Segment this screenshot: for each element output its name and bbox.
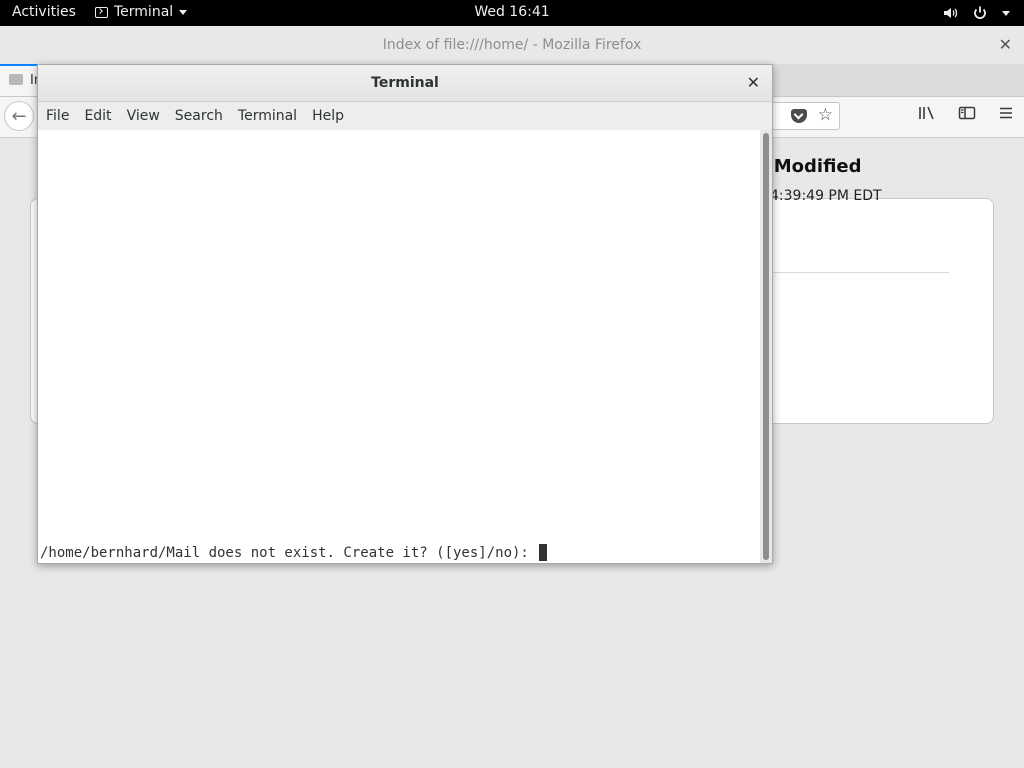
menu-help[interactable]: Help xyxy=(312,108,344,124)
firefox-close-icon[interactable]: ✕ xyxy=(999,26,1012,64)
app-menu-label: Terminal xyxy=(114,4,174,20)
menu-view[interactable]: View xyxy=(127,108,160,124)
menu-terminal[interactable]: Terminal xyxy=(238,108,297,124)
activities-button[interactable]: Activities xyxy=(12,4,76,20)
sidebar-icon[interactable] xyxy=(958,105,976,121)
library-icon[interactable] xyxy=(918,105,936,121)
chevron-down-icon xyxy=(1002,10,1010,16)
gnome-top-bar: Activities Terminal Wed 16:41 xyxy=(0,0,1024,26)
chevron-down-icon xyxy=(179,9,188,15)
terminal-titlebar[interactable]: Terminal ✕ xyxy=(38,65,772,102)
terminal-close-icon[interactable]: ✕ xyxy=(747,65,760,101)
hamburger-menu-icon[interactable] xyxy=(998,105,1014,121)
terminal-window: Terminal ✕ File Edit View Search Termina… xyxy=(37,64,773,564)
scrollbar-thumb[interactable] xyxy=(763,133,769,560)
menu-search[interactable]: Search xyxy=(175,108,223,124)
pocket-icon[interactable] xyxy=(791,109,807,123)
terminal-title: Terminal xyxy=(371,75,439,91)
prompt-text: /home/bernhard/Mail does not exist. Crea… xyxy=(40,544,538,561)
firefox-titlebar: Index of file:///home/ - Mozilla Firefox… xyxy=(0,26,1024,64)
arrow-left-icon: ← xyxy=(11,106,27,127)
volume-icon xyxy=(944,8,958,18)
back-button[interactable]: ← xyxy=(4,101,34,131)
firefox-toolbar-right xyxy=(918,105,1014,121)
drive-icon xyxy=(9,74,23,85)
terminal-scrollbar[interactable] xyxy=(760,130,772,563)
terminal-prompt-line: /home/bernhard/Mail does not exist. Crea… xyxy=(40,544,548,561)
app-menu[interactable]: Terminal xyxy=(95,4,188,20)
power-icon xyxy=(974,6,986,19)
menu-file[interactable]: File xyxy=(46,108,69,124)
terminal-icon xyxy=(95,6,108,18)
bookmark-star-icon[interactable]: ☆ xyxy=(818,105,833,125)
menu-edit[interactable]: Edit xyxy=(84,108,111,124)
status-area[interactable] xyxy=(942,5,1010,21)
terminal-output[interactable]: /home/bernhard/Mail does not exist. Crea… xyxy=(38,130,760,563)
row-time: 4:39:49 PM EDT xyxy=(770,188,882,204)
text-cursor xyxy=(539,544,548,561)
firefox-window-title: Index of file:///home/ - Mozilla Firefox xyxy=(382,37,642,53)
terminal-menu-bar: File Edit View Search Terminal Help xyxy=(38,102,772,131)
